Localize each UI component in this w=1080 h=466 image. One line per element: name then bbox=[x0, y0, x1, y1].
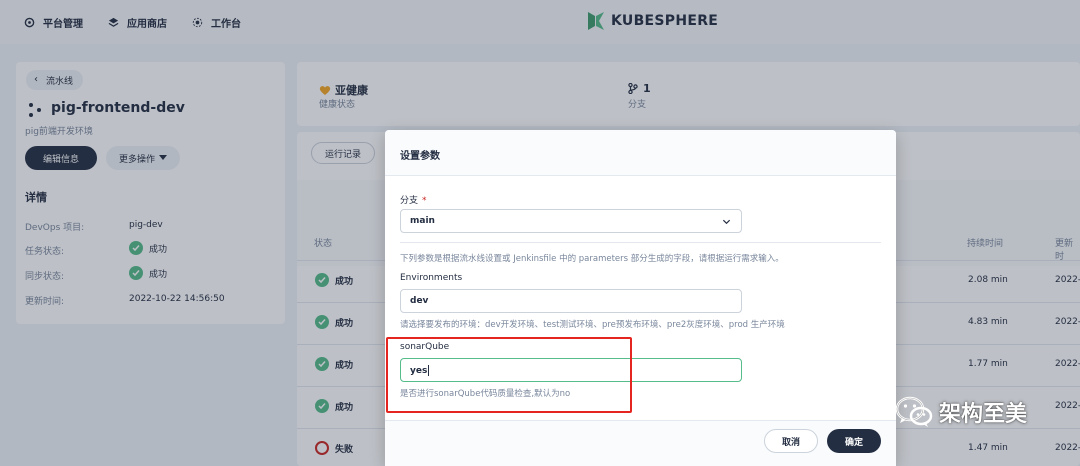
parameters-help-text: 下列参数是根据流水线设置或 Jenkinsfile 中的 parameters … bbox=[400, 254, 784, 264]
section-divider bbox=[400, 242, 881, 243]
cancel-button[interactable]: 取消 bbox=[764, 429, 818, 453]
set-parameters-dialog: 设置参数 分支 * main 下列参数是根据流水线设置或 Jenkinsfile … bbox=[385, 130, 896, 466]
environments-help-text: 请选择要发布的环境：dev开发环境、test测试环境、pre预发布环境、pre2… bbox=[400, 320, 785, 330]
branch-label-text: 分支 bbox=[400, 196, 419, 206]
branch-select-value: main bbox=[410, 216, 435, 226]
dialog-footer: 取消 确定 bbox=[385, 420, 896, 466]
environments-input[interactable]: dev bbox=[400, 289, 742, 313]
highlight-annotation-box bbox=[386, 337, 632, 413]
branch-field-label: 分支 * bbox=[400, 193, 427, 206]
watermark-text: 架构至美 bbox=[939, 402, 1028, 427]
branch-select[interactable]: main bbox=[400, 209, 742, 233]
wechat-icon bbox=[895, 396, 933, 427]
environments-field-label: Environments bbox=[400, 273, 463, 283]
chevron-down-icon bbox=[722, 219, 731, 225]
confirm-button[interactable]: 确定 bbox=[827, 429, 881, 453]
required-marker: * bbox=[422, 196, 427, 206]
wechat-watermark: 架构至美 bbox=[895, 395, 1027, 429]
dialog-header: 设置参数 bbox=[385, 130, 896, 176]
dialog-title: 设置参数 bbox=[400, 151, 440, 162]
environments-input-value: dev bbox=[410, 296, 429, 306]
